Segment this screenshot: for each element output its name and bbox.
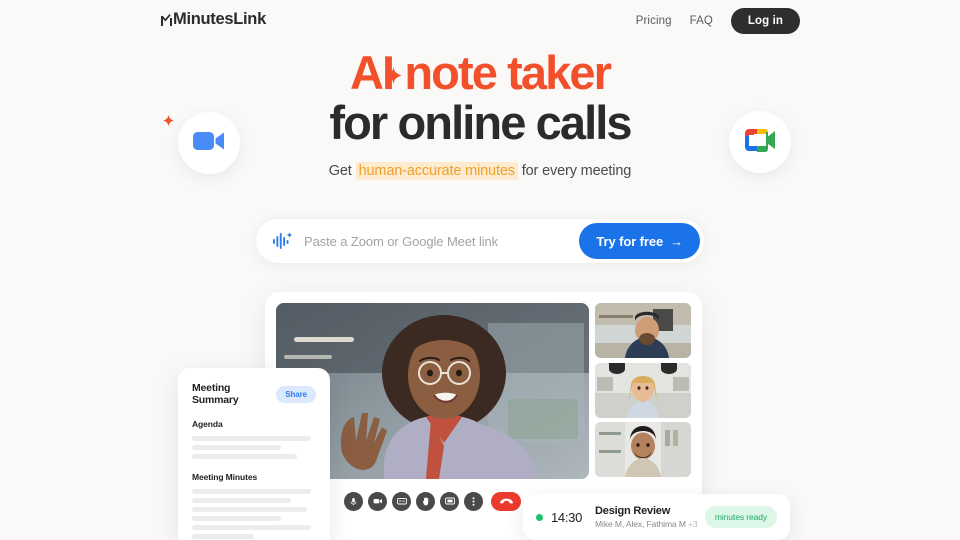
summary-header: Meeting Summary Share: [192, 382, 316, 406]
camera-button[interactable]: [368, 491, 387, 511]
participant-thumbnails: [595, 303, 691, 482]
section-title-minutes: Meeting Minutes: [192, 472, 258, 482]
share-button[interactable]: Share: [276, 385, 316, 403]
skeleton-line: [192, 507, 308, 512]
skeleton-line: [192, 498, 292, 503]
meeting-time: 14:30: [551, 509, 583, 525]
skeleton-line: [192, 489, 312, 494]
microphone-button[interactable]: [344, 491, 363, 511]
skeleton-line: [192, 454, 298, 459]
status-dot-icon: [536, 513, 543, 521]
participant-thumb-2[interactable]: [595, 362, 691, 418]
raise-hand-button[interactable]: [416, 491, 435, 511]
meeting-attendees: Mike M, Alex, Fathima M +3: [595, 519, 705, 529]
skeleton-line: [192, 516, 282, 521]
more-options-button[interactable]: [464, 491, 483, 511]
attendee-overflow-count: +3: [688, 519, 698, 529]
skeleton-line: [192, 534, 254, 539]
participant-thumb-1[interactable]: [595, 303, 691, 358]
summary-section-agenda: Agenda: [192, 419, 316, 459]
summary-section-minutes: Meeting Minutes: [192, 472, 316, 539]
meeting-notification-card[interactable]: 14:30 Design Review Mike M, Alex, Fathim…: [523, 494, 790, 540]
attendee-names: Mike M, Alex, Fathima M: [595, 519, 686, 529]
landing-page: MinutesLink Pricing FAQ Log in AI note t…: [0, 0, 960, 540]
section-title-agenda: Agenda: [192, 419, 223, 429]
hangup-button[interactable]: [491, 491, 521, 511]
meeting-summary-card: Meeting Summary Share Agenda Meeting Min…: [178, 368, 330, 540]
skeleton-line: [192, 445, 282, 450]
skeleton-line: [192, 525, 312, 530]
skeleton-line: [192, 436, 312, 441]
meeting-title: Design Review: [595, 505, 671, 517]
hero-media: Meeting Summary Share Agenda Meeting Min…: [0, 0, 960, 540]
present-screen-button[interactable]: [440, 491, 459, 511]
meeting-info: Design Review Mike M, Alex, Fathima M +3: [595, 505, 705, 529]
status-badge: minutes ready: [704, 506, 777, 528]
captions-button[interactable]: [392, 491, 411, 511]
summary-title: Meeting Summary: [192, 382, 239, 406]
participant-thumb-3[interactable]: [595, 422, 691, 477]
